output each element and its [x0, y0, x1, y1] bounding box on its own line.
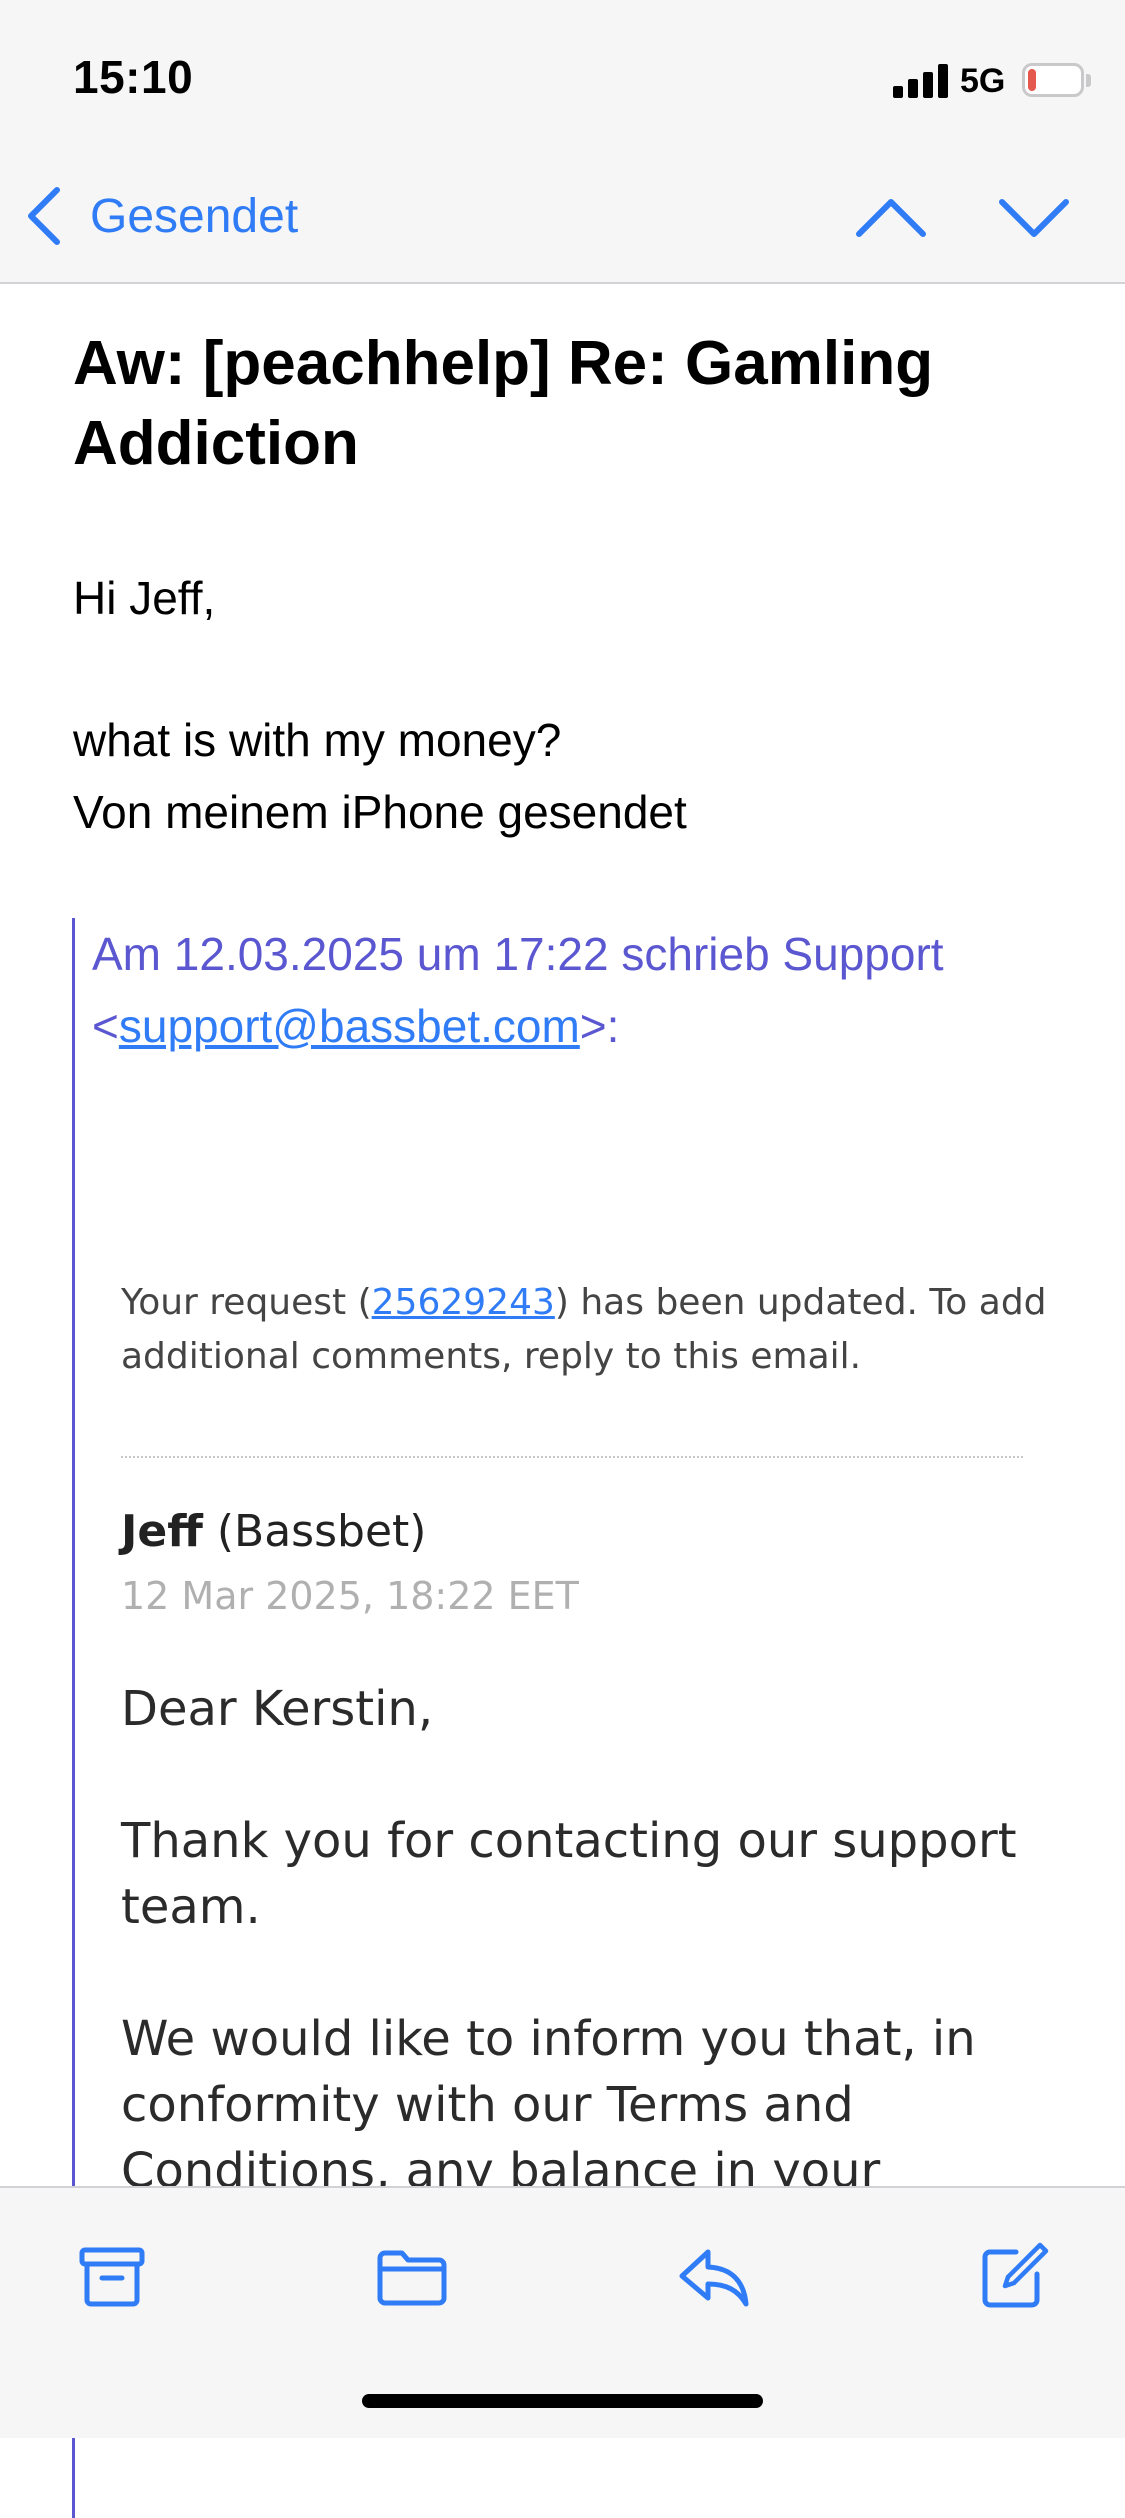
email-signature: Von meinem iPhone gesendet: [73, 786, 687, 838]
quote-header: Am 12.03.2025 um 17:22 schrieb Support <…: [92, 918, 1102, 1062]
archive-button[interactable]: [74, 2240, 150, 2312]
chevron-up-icon: [856, 199, 926, 237]
status-bar: 15:10 5G 16: [0, 0, 1125, 150]
message-paragraph: Thank you for contacting our support tea…: [121, 1813, 1017, 1935]
support-email-link[interactable]: support@bassbet.com: [119, 1000, 580, 1052]
signal-strength-icon: [893, 62, 949, 98]
back-label: Gesendet: [90, 189, 299, 243]
request-update-note: Your request (25629243) has been updated…: [121, 1276, 1061, 1384]
battery-level: 16: [1037, 65, 1069, 95]
compose-button[interactable]: [976, 2240, 1052, 2312]
author-name: Jeff: [121, 1506, 203, 1557]
quote-header-suffix: >:: [579, 1000, 620, 1052]
battery-cap: [1086, 74, 1091, 87]
email-greeting: Hi Jeff,: [73, 572, 216, 624]
back-button[interactable]: Gesendet: [24, 184, 298, 248]
battery-icon: 16: [1022, 63, 1084, 97]
reply-icon: [679, 2249, 749, 2307]
reply-button[interactable]: [676, 2240, 752, 2312]
email-subject: Aw: [peachhelp] Re: Gamling Addiction: [73, 329, 934, 478]
previous-message-button[interactable]: [853, 190, 929, 246]
message-date: 12 Mar 2025, 18:22 EET: [121, 1574, 579, 1618]
status-time: 15:10: [73, 51, 194, 103]
home-indicator: [362, 2394, 763, 2408]
message-author: Jeff (Bassbet): [121, 1506, 426, 1557]
message-salutation: Dear Kerstin,: [121, 1681, 434, 1737]
note-prefix: Your request (: [121, 1282, 372, 1323]
compose-icon: [982, 2242, 1049, 2308]
next-message-button[interactable]: [996, 190, 1072, 246]
navigation-bar: Gesendet: [0, 150, 1125, 284]
divider: [121, 1456, 1023, 1458]
chevron-left-icon: [28, 187, 60, 245]
network-type: 5G: [960, 62, 1006, 100]
ticket-link[interactable]: 25629243: [372, 1282, 555, 1323]
message-paragraph: We would like to inform you that, in con…: [121, 2011, 976, 2199]
email-body-line: what is with my money?: [73, 714, 562, 766]
chevron-down-icon: [999, 199, 1069, 237]
archive-icon: [79, 2247, 145, 2307]
author-org: (Bassbet): [216, 1506, 427, 1557]
move-to-folder-button[interactable]: [374, 2240, 450, 2312]
folder-icon: [377, 2250, 447, 2306]
